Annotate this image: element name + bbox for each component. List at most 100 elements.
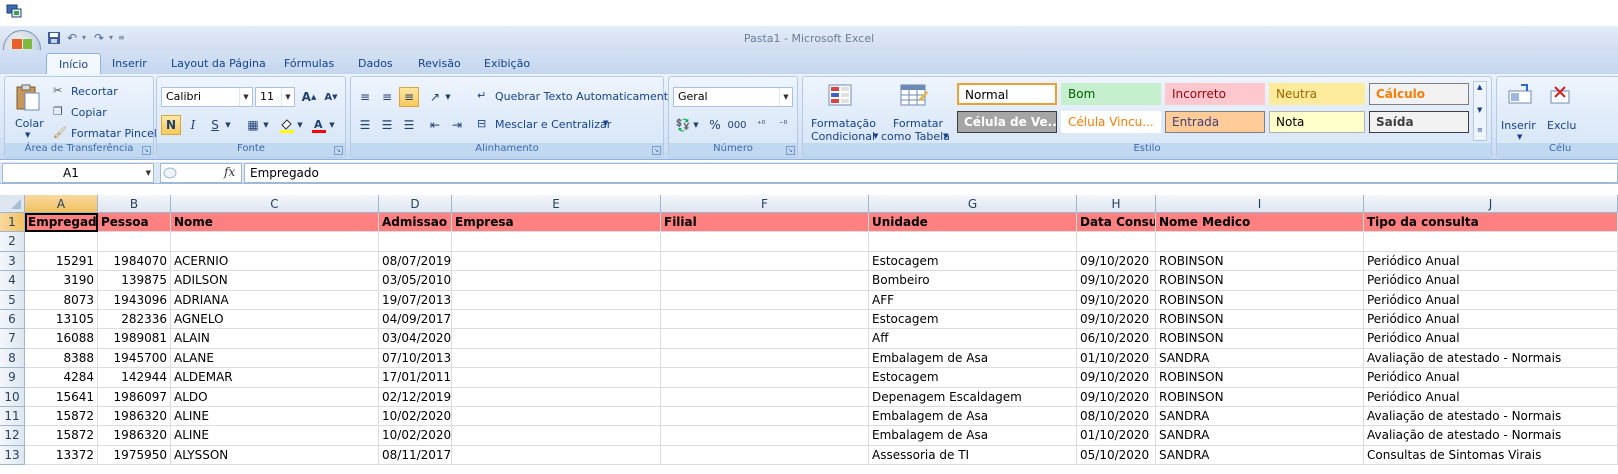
name-box[interactable]: A1 ▼ <box>2 163 154 183</box>
cell-e9[interactable] <box>452 368 661 388</box>
redo-icon[interactable]: ↷ <box>91 30 107 46</box>
cell-f2[interactable] <box>661 232 869 252</box>
cell-b13[interactable]: 1975950 <box>98 445 171 466</box>
cell-d2[interactable] <box>379 232 452 252</box>
cell-h4[interactable]: 09/10/2020 <box>1077 271 1156 291</box>
bold-button[interactable]: N <box>161 115 181 135</box>
increase-decimal-icon[interactable]: ⁺⁰ <box>751 115 771 135</box>
cell-g6[interactable]: Estocagem <box>869 310 1077 330</box>
cell-h5[interactable]: 09/10/2020 <box>1077 290 1156 310</box>
cell-e3[interactable] <box>452 251 661 272</box>
gallery-down-icon[interactable]: ▼ <box>1477 106 1482 114</box>
tab-dados[interactable]: Dados <box>346 53 405 74</box>
cell-b6[interactable]: 282336 <box>98 310 171 330</box>
orientation-icon[interactable]: ↗ <box>425 87 445 107</box>
cell-h6[interactable]: 09/10/2020 <box>1077 310 1156 330</box>
row-header-5[interactable]: 5 <box>0 290 25 310</box>
cell-j8[interactable]: Avaliação de atestado - Normais <box>1364 348 1618 369</box>
currency-icon[interactable]: 💱 <box>673 115 693 135</box>
cell-f11[interactable] <box>661 407 869 427</box>
cell-a9[interactable]: 4284 <box>25 368 98 388</box>
cell-g7[interactable]: Aff <box>869 329 1077 349</box>
align-left-icon[interactable]: ☰ <box>355 115 375 135</box>
cell-f4[interactable] <box>661 271 869 291</box>
delete-button[interactable]: Exclu <box>1545 81 1589 141</box>
row-header-10[interactable]: 10 <box>0 387 25 407</box>
underline-dropdown-icon[interactable]: ▼ <box>223 115 233 135</box>
gallery-more-icon[interactable]: ≡ <box>1477 126 1483 134</box>
cell-j9[interactable]: Periódico Anual <box>1364 368 1618 388</box>
cell-b7[interactable]: 1989081 <box>98 329 171 349</box>
cell-style-0[interactable]: Normal <box>957 83 1057 105</box>
cell-g11[interactable]: Embalagem de Asa <box>869 407 1077 427</box>
cell-d8[interactable]: 07/10/2013 <box>379 348 452 369</box>
borders-icon[interactable]: ▦ <box>243 115 263 135</box>
cell-h13[interactable]: 05/10/2020 <box>1077 445 1156 466</box>
cell-i13[interactable]: SANDRA <box>1156 445 1364 466</box>
number-launcher-icon[interactable]: ↘ <box>786 146 795 155</box>
cell-j4[interactable]: Periódico Anual <box>1364 271 1618 291</box>
cell-a4[interactable]: 3190 <box>25 271 98 291</box>
fill-color-icon[interactable] <box>277 115 297 135</box>
shrink-font-button[interactable]: A ▼ <box>321 87 341 107</box>
cell-style-2[interactable]: Incorreto <box>1165 83 1265 105</box>
font-name-select[interactable]: Calibri ▼ <box>161 87 253 107</box>
cell-f12[interactable] <box>661 426 869 446</box>
paste-button[interactable]: Colar ▼ <box>9 81 47 143</box>
cell-j11[interactable]: Avaliação de atestado - Normais <box>1364 407 1618 427</box>
cell-j6[interactable]: Periódico Anual <box>1364 310 1618 330</box>
font-color-dropdown-icon[interactable]: ▼ <box>327 115 337 135</box>
cell-a1[interactable]: Empregado <box>25 213 98 233</box>
cell-h8[interactable]: 01/10/2020 <box>1077 348 1156 369</box>
cell-c12[interactable]: ALINE <box>171 426 379 446</box>
align-bottom-icon[interactable]: ≡ <box>399 87 419 107</box>
cell-f5[interactable] <box>661 290 869 310</box>
cell-i6[interactable]: ROBINSON <box>1156 310 1364 330</box>
cell-a6[interactable]: 13105 <box>25 310 98 330</box>
align-top-icon[interactable]: ≡ <box>355 87 375 107</box>
cell-a3[interactable]: 15291 <box>25 251 98 272</box>
cell-style-6[interactable]: Célula Vincu... <box>1061 111 1161 133</box>
cell-j10[interactable]: Periódico Anual <box>1364 387 1618 407</box>
tab-formulas[interactable]: Fórmulas <box>272 53 346 74</box>
cell-i1[interactable]: Nome Medico <box>1156 213 1364 233</box>
column-header-c[interactable]: C <box>171 195 379 213</box>
cell-f9[interactable] <box>661 368 869 388</box>
cell-e6[interactable] <box>452 310 661 330</box>
cell-d3[interactable]: 08/07/2019 <box>379 251 452 272</box>
grow-font-button[interactable]: A ▲ <box>299 87 319 107</box>
row-header-3[interactable]: 3 <box>0 251 25 272</box>
cell-c10[interactable]: ALDO <box>171 387 379 407</box>
column-header-h[interactable]: H <box>1077 195 1156 213</box>
cell-c11[interactable]: ALINE <box>171 407 379 427</box>
row-header-2[interactable]: 2 <box>0 232 25 252</box>
tab-inicio[interactable]: Início <box>46 53 102 74</box>
cell-c2[interactable] <box>171 232 379 252</box>
cell-g2[interactable] <box>869 232 1077 252</box>
column-header-f[interactable]: F <box>661 195 869 213</box>
font-color-icon[interactable]: A <box>309 115 329 135</box>
percent-button[interactable]: % <box>705 115 725 135</box>
cell-h11[interactable]: 08/10/2020 <box>1077 407 1156 427</box>
column-header-j[interactable]: J <box>1364 195 1618 213</box>
cell-b8[interactable]: 1945700 <box>98 348 171 369</box>
underline-button[interactable]: S <box>205 115 225 135</box>
cell-a7[interactable]: 16088 <box>25 329 98 349</box>
cell-j13[interactable]: Consultas de Sintomas Virais <box>1364 445 1618 466</box>
cell-e10[interactable] <box>452 387 661 407</box>
alignment-launcher-icon[interactable]: ↘ <box>652 146 661 155</box>
cell-j3[interactable]: Periódico Anual <box>1364 251 1618 272</box>
cell-h2[interactable] <box>1077 232 1156 252</box>
cell-d1[interactable]: Admissao <box>379 213 452 233</box>
cell-a2[interactable] <box>25 232 98 252</box>
cell-d7[interactable]: 03/04/2020 <box>379 329 452 349</box>
cell-e8[interactable] <box>452 348 661 369</box>
tab-inserir[interactable]: Inserir <box>100 53 159 74</box>
cell-c5[interactable]: ADRIANA <box>171 290 379 310</box>
cell-style-3[interactable]: Neutra <box>1269 83 1365 105</box>
decrease-decimal-icon[interactable]: ⁻⁰ <box>773 115 793 135</box>
number-format-select[interactable]: Geral ▼ <box>673 87 793 107</box>
cell-h10[interactable]: 09/10/2020 <box>1077 387 1156 407</box>
cell-h3[interactable]: 09/10/2020 <box>1077 251 1156 272</box>
cell-i11[interactable]: SANDRA <box>1156 407 1364 427</box>
